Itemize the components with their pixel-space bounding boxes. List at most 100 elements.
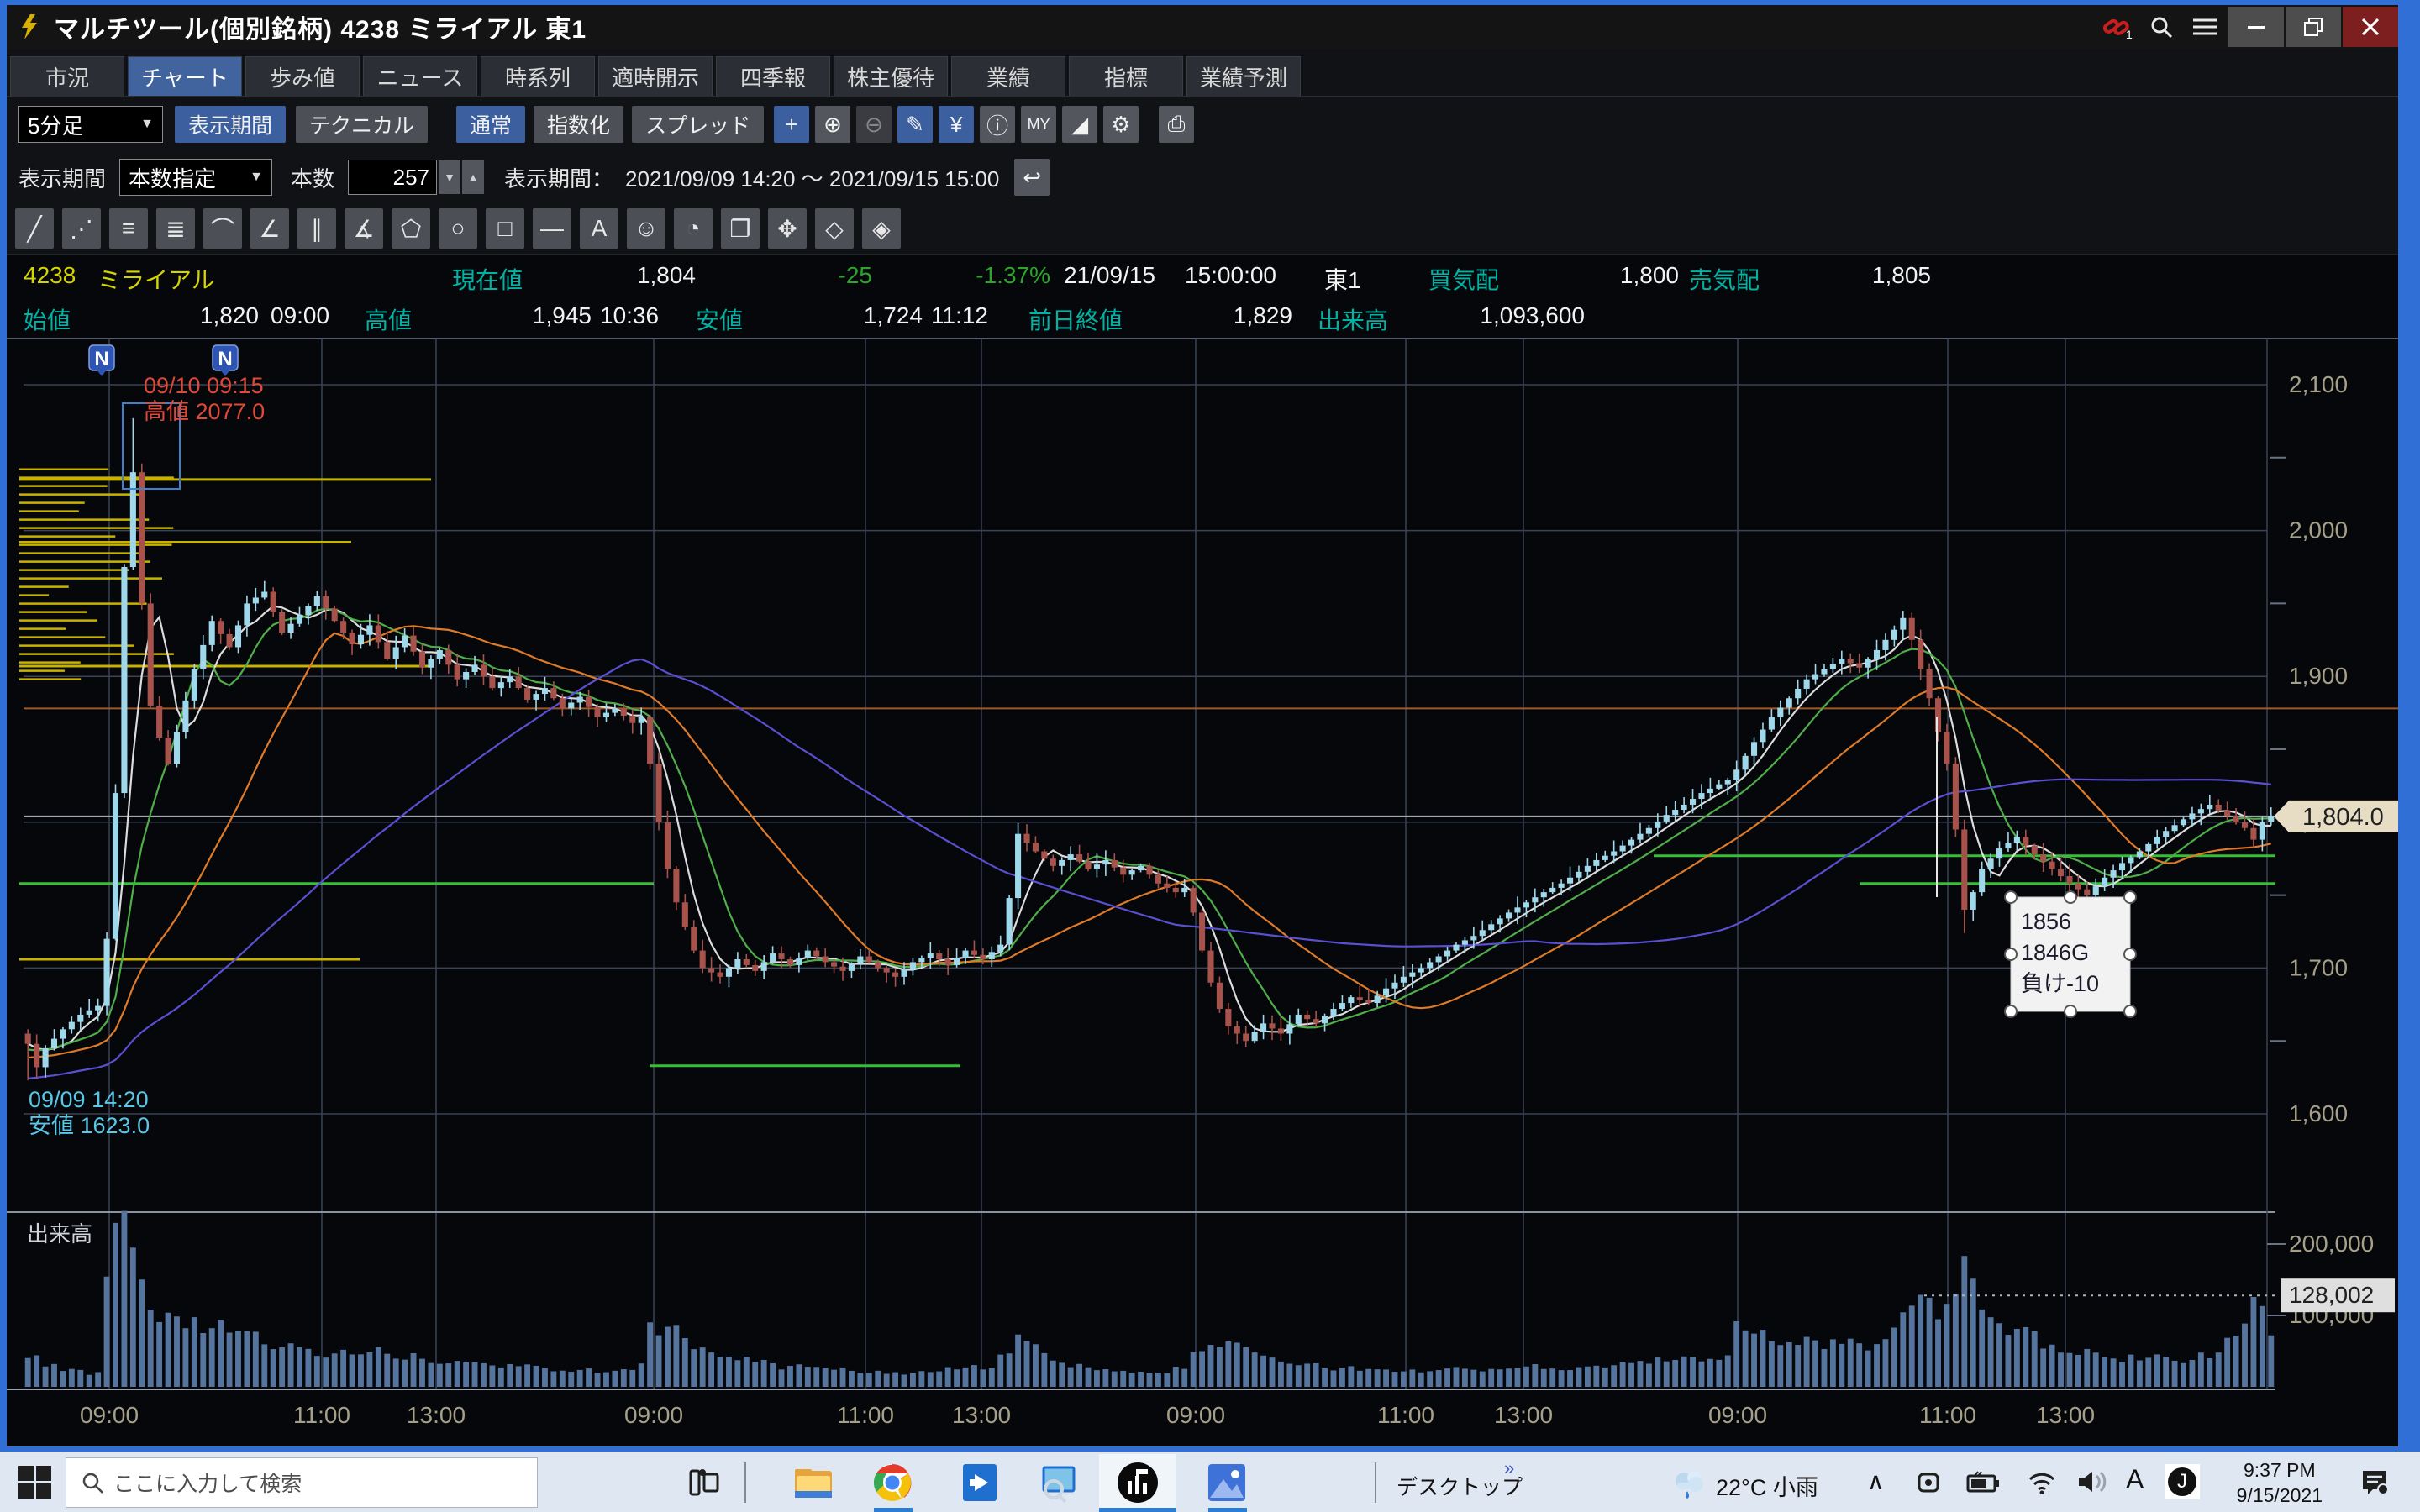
vertical-lines-icon[interactable]: ∥: [297, 208, 336, 249]
tab-株主優待[interactable]: 株主優待: [834, 56, 948, 96]
bid-label: 買気配: [1428, 262, 1499, 296]
tab-bar: 市況チャート歩み値ニュース時系列適時開示四季報株主優待業績指標業績予測: [7, 49, 2398, 97]
volume-value: 1,093,600: [1425, 302, 1585, 329]
titlebar[interactable]: マルチツール(個別銘柄) 4238 ミライアル 東1 1: [7, 5, 2398, 49]
chrome-icon[interactable]: [871, 1461, 914, 1504]
tab-指標[interactable]: 指標: [1069, 56, 1183, 96]
icon-stamp-icon[interactable]: ☺: [627, 208, 666, 249]
ime-mode-indicator[interactable]: A: [2126, 1464, 2144, 1495]
candlestick-chart[interactable]: NN09/10 09:15高値 2077.009/09 14:20安値 1623…: [7, 336, 2398, 1446]
tray-chevron-up-icon[interactable]: ∧: [1867, 1467, 1885, 1495]
toolbar-button-表示期間[interactable]: 表示期間: [175, 106, 286, 143]
selection-handle[interactable]: [2124, 948, 2136, 960]
minimize-button[interactable]: [2228, 7, 2284, 47]
wrench-icon[interactable]: ⚙: [1103, 106, 1139, 143]
ime-lang-indicator[interactable]: J: [2165, 1464, 2200, 1499]
tab-業績予測[interactable]: 業績予測: [1186, 56, 1301, 96]
selection-handle[interactable]: [2005, 1005, 2017, 1017]
zoom-out-icon[interactable]: ⊖: [856, 106, 892, 143]
tab-時系列[interactable]: 時系列: [481, 56, 595, 96]
toolbar-button-テクニカル[interactable]: テクニカル: [296, 106, 428, 143]
info-icon[interactable]: ⓘ: [980, 106, 1015, 143]
tab-四季報[interactable]: 四季報: [716, 56, 830, 96]
svg-text:13:00: 13:00: [1494, 1402, 1553, 1428]
weather-text[interactable]: 22°C 小雨: [1716, 1469, 1818, 1502]
selection-handle[interactable]: [2124, 891, 2136, 903]
trend-line-icon[interactable]: ╱: [15, 208, 54, 249]
svg-text:11:00: 11:00: [293, 1402, 350, 1428]
open-time: 09:00: [271, 302, 329, 329]
yen-axis-icon[interactable]: ¥: [939, 106, 974, 143]
taskbar-separator: [1375, 1462, 1376, 1503]
count-up-button[interactable]: ▲: [462, 160, 484, 194]
pencil-icon[interactable]: ✎: [897, 106, 933, 143]
period-mode-select[interactable]: 本数指定▼: [119, 159, 272, 196]
h-lines-4-icon[interactable]: ≣: [156, 208, 195, 249]
area-chart-icon[interactable]: ◢: [1062, 106, 1097, 143]
link-group-icon[interactable]: 1: [2096, 5, 2139, 49]
copy-object-icon[interactable]: ❐: [721, 208, 760, 249]
count-down-button[interactable]: ▼: [439, 160, 460, 194]
printer-icon[interactable]: ⎙: [1159, 106, 1194, 143]
parallel-lines-icon[interactable]: ⋰: [62, 208, 101, 249]
bar-count-input[interactable]: 257: [348, 160, 437, 195]
tab-チャート[interactable]: チャート: [128, 56, 242, 96]
toolbar-button-通常[interactable]: 通常: [456, 106, 525, 143]
tab-業績[interactable]: 業績: [951, 56, 1065, 96]
time-marker-icon[interactable]: ◔: [674, 208, 713, 249]
trend-fan-icon[interactable]: ∡: [345, 208, 383, 249]
selection-handle[interactable]: [2005, 948, 2017, 960]
clock-date: 9/15/2021: [2237, 1483, 2323, 1508]
close-button[interactable]: [2343, 7, 2398, 47]
fan-lines-icon[interactable]: ∠: [250, 208, 289, 249]
movies-tv-icon[interactable]: [958, 1461, 1002, 1504]
volume-icon[interactable]: [2077, 1469, 2109, 1494]
tab-ニュース[interactable]: ニュース: [363, 56, 477, 96]
toolbar-button-スプレッド[interactable]: スプレッド: [632, 106, 764, 143]
chevron-expand-icon[interactable]: »: [1504, 1457, 1514, 1479]
battery-icon[interactable]: [1966, 1471, 2000, 1494]
snip-tool-icon[interactable]: [1037, 1461, 1081, 1504]
h-lines-3-icon[interactable]: ≡: [109, 208, 148, 249]
rectangle-icon[interactable]: □: [486, 208, 524, 249]
pentagon-icon[interactable]: ⬠: [392, 208, 430, 249]
text-tool-icon[interactable]: A: [580, 208, 618, 249]
tab-市況[interactable]: 市況: [10, 56, 124, 96]
selection-handle[interactable]: [2065, 891, 2076, 903]
photos-icon[interactable]: [1205, 1461, 1249, 1504]
restore-button[interactable]: [2286, 7, 2341, 47]
tab-歩み値[interactable]: 歩み値: [245, 56, 360, 96]
tab-適時開示[interactable]: 適時開示: [598, 56, 713, 96]
toolbar-buttons: 表示期間テクニカル通常指数化スプレッド: [163, 106, 764, 143]
file-explorer-icon[interactable]: [792, 1461, 835, 1504]
svg-text:13:00: 13:00: [952, 1402, 1011, 1428]
ellipse-icon[interactable]: ○: [439, 208, 477, 249]
chart-area[interactable]: NN09/10 09:15高値 2077.009/09 14:20安値 1623…: [7, 336, 2398, 1446]
timeframe-select[interactable]: 5分足▼: [18, 106, 163, 143]
reset-period-icon[interactable]: ↩: [1014, 159, 1050, 196]
zoom-in-icon[interactable]: ⊕: [815, 106, 850, 143]
selection-handle[interactable]: [2065, 1005, 2076, 1017]
low-value: 1,724: [771, 302, 923, 329]
toolbar-button-指数化[interactable]: 指数化: [534, 106, 623, 143]
eraser-icon[interactable]: ◇: [815, 208, 854, 249]
notification-center-icon[interactable]: [2360, 1469, 2390, 1496]
search-icon[interactable]: [2139, 5, 2183, 49]
wifi-icon[interactable]: [2027, 1469, 2057, 1494]
menu-icon[interactable]: [2183, 5, 2227, 49]
task-view-icon[interactable]: [682, 1461, 726, 1504]
my-indicator-icon[interactable]: MY: [1021, 106, 1056, 143]
weather-icon[interactable]: [1670, 1464, 1707, 1501]
drag-hand-icon[interactable]: ✥: [768, 208, 807, 249]
eraser-all-icon[interactable]: ◈: [862, 208, 901, 249]
selection-handle[interactable]: [2005, 891, 2017, 903]
rotation-lock-icon[interactable]: [1914, 1469, 1943, 1496]
trading-app-icon[interactable]: [1116, 1461, 1160, 1504]
taskbar-clock[interactable]: 9:37 PM 9/15/2021: [2237, 1457, 2323, 1508]
fibonacci-arc-icon[interactable]: ⌒: [203, 208, 242, 249]
crosshair-icon[interactable]: +: [774, 106, 809, 143]
h-segment-icon[interactable]: ―: [533, 208, 571, 249]
selection-handle[interactable]: [2124, 1005, 2136, 1017]
taskbar-search-input[interactable]: ここに入力して検索: [66, 1457, 538, 1508]
start-button[interactable]: [18, 1466, 52, 1499]
